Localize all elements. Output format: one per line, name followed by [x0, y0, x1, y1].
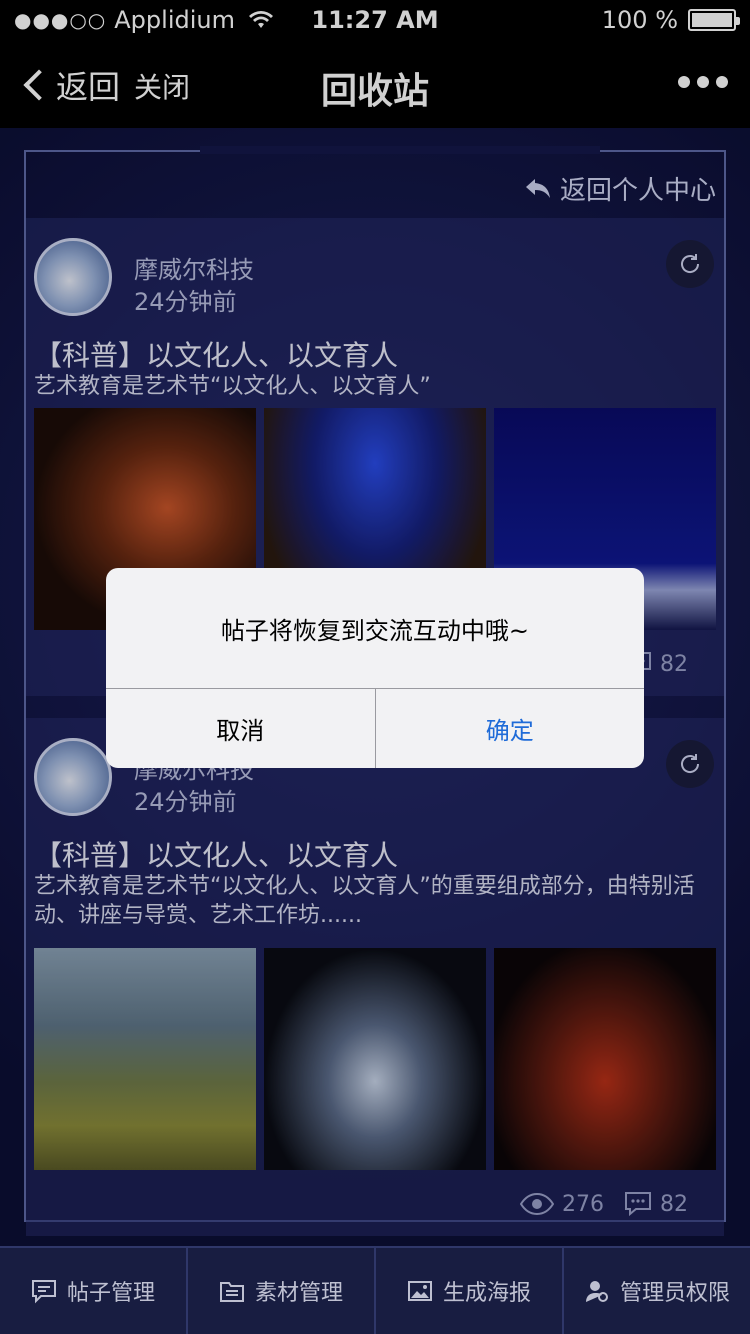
dialog-message: 帖子将恢复到交流互动中哦~	[220, 616, 530, 645]
restore-confirm-dialog: 帖子将恢复到交流互动中哦~ 取消 确定	[106, 568, 644, 768]
confirm-button[interactable]: 确定	[376, 689, 645, 768]
cancel-button[interactable]: 取消	[106, 689, 376, 768]
